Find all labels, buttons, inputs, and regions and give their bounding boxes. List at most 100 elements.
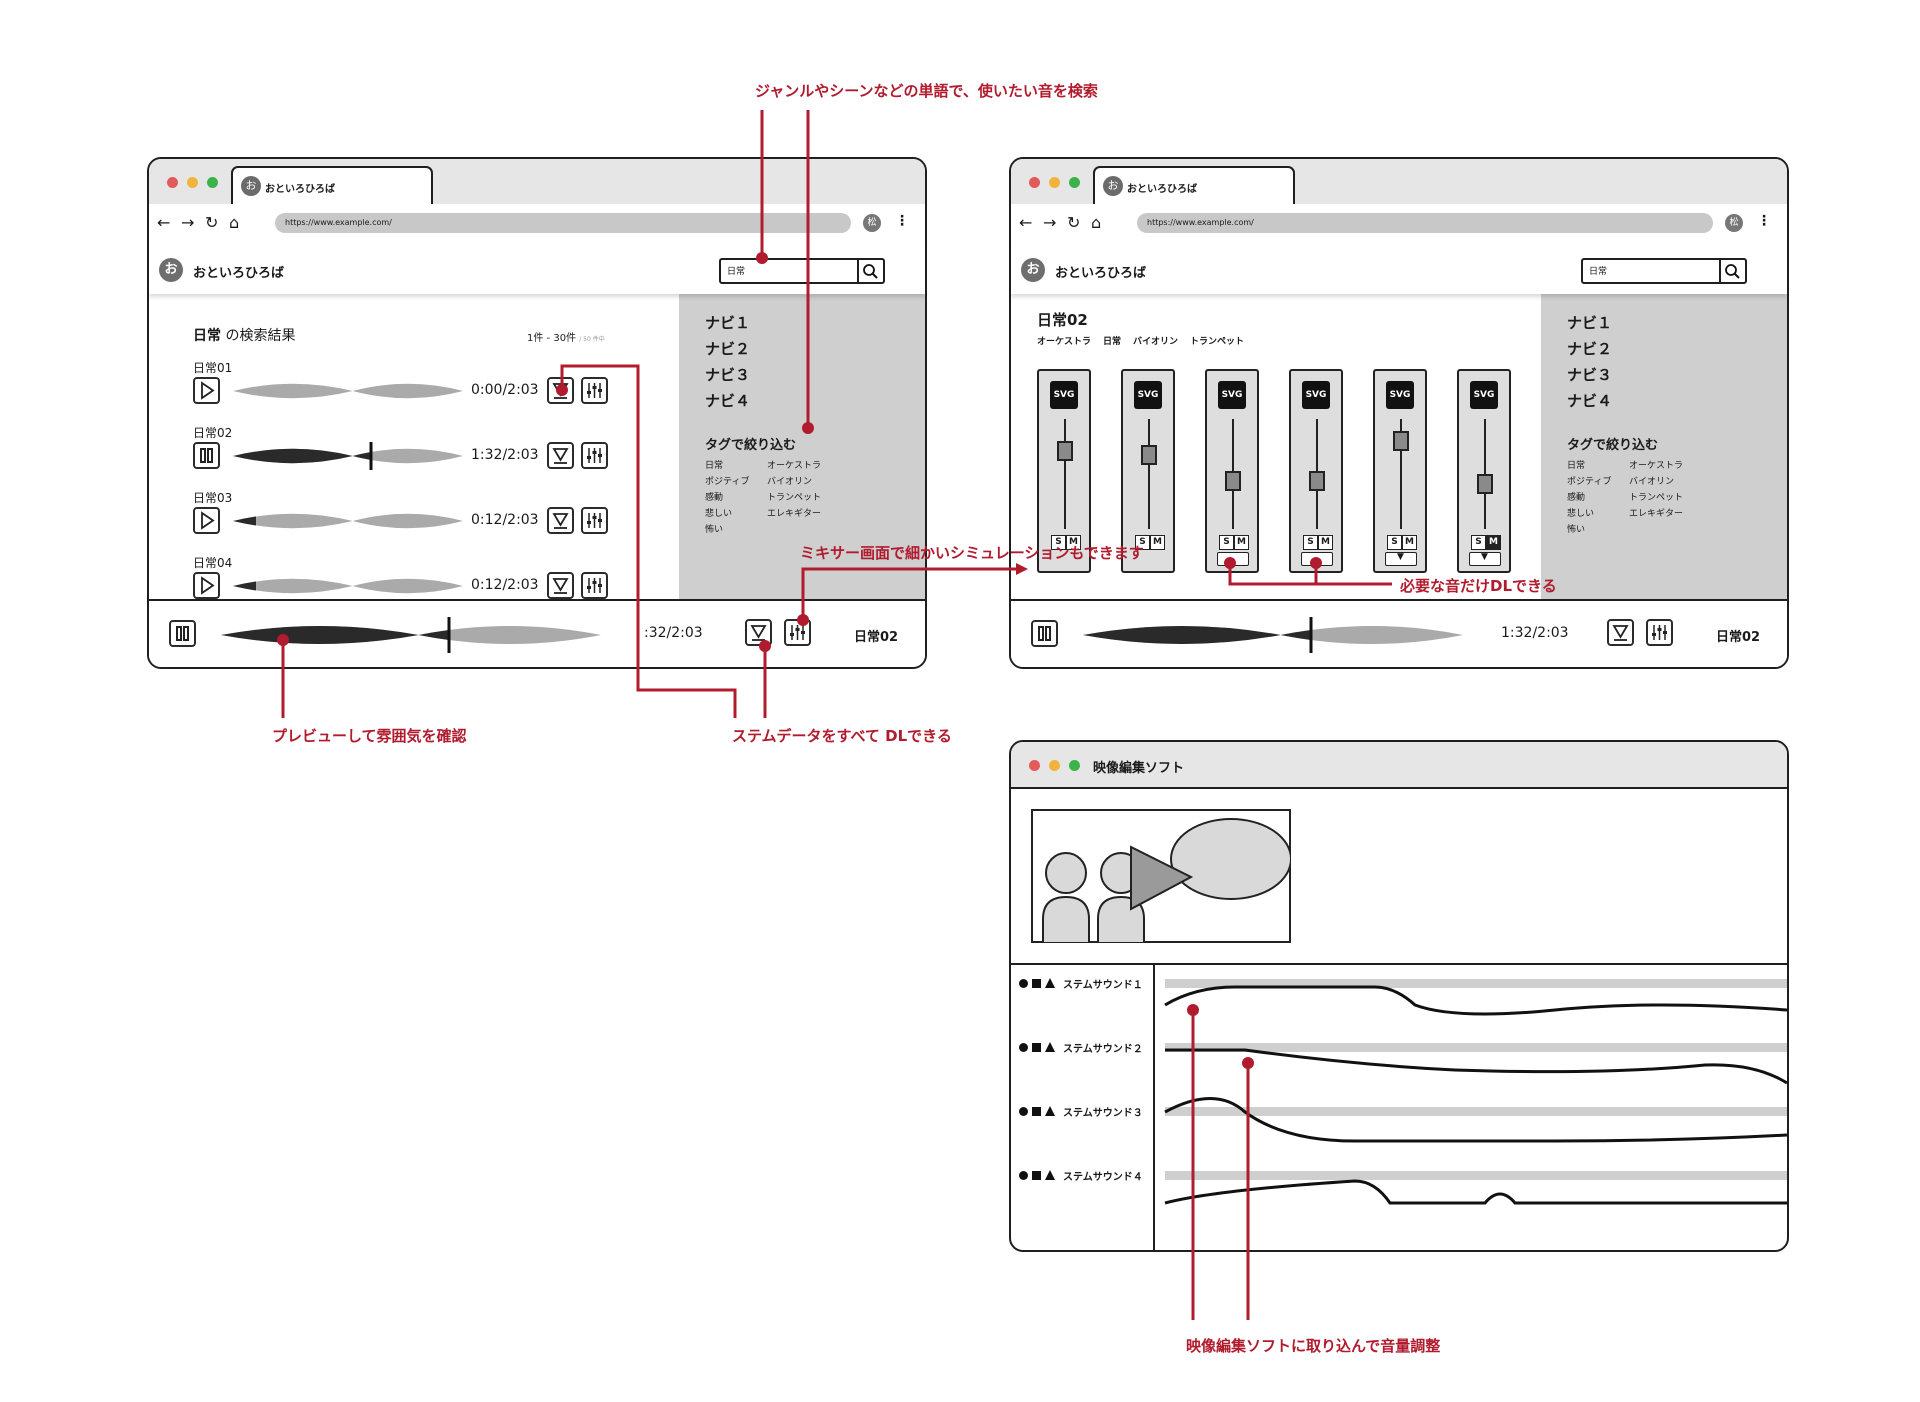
result-title[interactable]: 日常01 — [193, 359, 232, 376]
tag-filter-item[interactable]: 日常 — [1567, 458, 1585, 471]
record-circle-icon[interactable] — [1019, 1171, 1028, 1180]
fader-knob[interactable] — [1225, 471, 1241, 491]
pause-button[interactable] — [1031, 620, 1058, 647]
mixer-button[interactable] — [784, 619, 811, 646]
maximize-dot[interactable] — [1069, 177, 1080, 188]
player-waveform[interactable] — [221, 615, 601, 655]
sidebar-nav-item[interactable]: ナビ１ — [1567, 312, 1612, 333]
search-input[interactable]: 日常 — [1589, 264, 1607, 277]
mute-button[interactable]: M — [1402, 535, 1417, 550]
triangle-icon[interactable] — [1045, 1106, 1055, 1116]
sidebar-nav-item[interactable]: ナビ２ — [1567, 338, 1612, 359]
site-name[interactable]: おといろひろば — [1055, 262, 1146, 281]
search-input[interactable]: 日常 — [727, 264, 745, 277]
track-header[interactable]: ステムサウンド４ — [1019, 1167, 1149, 1187]
download-button[interactable] — [547, 377, 574, 404]
tag-filter-item[interactable]: 感動 — [1567, 490, 1585, 503]
solo-button[interactable]: S — [1387, 535, 1402, 550]
search-button[interactable] — [857, 260, 883, 282]
fader-knob[interactable] — [1141, 445, 1157, 465]
track-header[interactable]: ステムサウンド１ — [1019, 975, 1149, 995]
result-waveform[interactable] — [233, 440, 463, 472]
result-title[interactable]: 日常04 — [193, 554, 232, 571]
tag-filter-item[interactable]: トランペット — [767, 490, 821, 503]
url-bar[interactable]: https://www.example.com/ — [275, 213, 851, 233]
site-name[interactable]: おといろひろば — [193, 262, 284, 281]
mixer-tag[interactable]: 日常 — [1103, 337, 1121, 347]
tag-filter-item[interactable]: バイオリン — [767, 474, 812, 487]
sidebar-nav-item[interactable]: ナビ４ — [705, 390, 750, 411]
fader-knob[interactable] — [1309, 471, 1325, 491]
back-icon[interactable]: ← — [1019, 213, 1032, 232]
record-circle-icon[interactable] — [1019, 979, 1028, 988]
search-button[interactable] — [1719, 260, 1745, 282]
stop-square-icon[interactable] — [1032, 979, 1041, 988]
mixer-tag[interactable]: バイオリン — [1133, 337, 1178, 347]
mixer-tag[interactable]: トランペット — [1190, 337, 1244, 347]
home-icon[interactable]: ⌂ — [1091, 213, 1101, 232]
stem-download-button[interactable]: ▼ — [1385, 552, 1417, 566]
close-dot[interactable] — [1029, 177, 1040, 188]
mixer-button[interactable] — [1646, 619, 1673, 646]
mixer-button[interactable] — [581, 572, 608, 599]
forward-icon[interactable]: → — [181, 213, 194, 232]
forward-icon[interactable]: → — [1043, 213, 1056, 232]
download-button[interactable] — [547, 507, 574, 534]
tag-filter-item[interactable]: エレキギター — [1629, 506, 1683, 519]
close-dot[interactable] — [167, 177, 178, 188]
triangle-icon[interactable] — [1045, 1042, 1055, 1052]
tag-filter-item[interactable]: 悲しい — [705, 506, 732, 519]
track-header[interactable]: ステムサウンド２ — [1019, 1039, 1149, 1059]
tag-filter-item[interactable]: オーケストラ — [1629, 458, 1683, 471]
mute-button[interactable]: M — [1234, 535, 1249, 550]
site-logo[interactable]: お — [159, 258, 183, 282]
tag-filter-item[interactable]: ポジティブ — [1567, 474, 1611, 487]
reload-icon[interactable]: ↻ — [205, 213, 218, 232]
tag-filter-item[interactable]: エレキギター — [767, 506, 821, 519]
triangle-icon[interactable] — [1045, 978, 1055, 988]
mute-button[interactable]: M — [1486, 535, 1501, 550]
result-title[interactable]: 日常03 — [193, 489, 232, 506]
mute-button[interactable]: M — [1318, 535, 1333, 550]
sidebar-nav-item[interactable]: ナビ１ — [705, 312, 750, 333]
kebab-menu-icon[interactable]: ⋮ — [895, 213, 909, 229]
minimize-dot[interactable] — [1049, 177, 1060, 188]
back-icon[interactable]: ← — [157, 213, 170, 232]
fader-knob[interactable] — [1057, 441, 1073, 461]
download-all-button[interactable] — [745, 619, 772, 646]
solo-button[interactable]: S — [1219, 535, 1234, 550]
minimize-dot[interactable] — [1049, 760, 1060, 771]
tag-filter-item[interactable]: 悲しい — [1567, 506, 1594, 519]
tag-filter-item[interactable]: 怖い — [1567, 522, 1585, 535]
stop-square-icon[interactable] — [1032, 1043, 1041, 1052]
video-preview[interactable] — [1031, 809, 1291, 943]
reload-icon[interactable]: ↻ — [1067, 213, 1080, 232]
sidebar-nav-item[interactable]: ナビ３ — [1567, 364, 1612, 385]
sidebar-nav-item[interactable]: ナビ２ — [705, 338, 750, 359]
mute-button[interactable]: M — [1150, 535, 1165, 550]
download-button[interactable] — [547, 442, 574, 469]
search-box[interactable]: 日常 — [719, 258, 885, 284]
site-logo[interactable]: お — [1021, 258, 1045, 282]
minimize-dot[interactable] — [187, 177, 198, 188]
result-waveform[interactable] — [233, 505, 463, 537]
search-box[interactable]: 日常 — [1581, 258, 1747, 284]
maximize-dot[interactable] — [207, 177, 218, 188]
solo-button[interactable]: S — [1471, 535, 1486, 550]
browser-tab-2[interactable]: お おといろひろば — [1093, 166, 1295, 206]
solo-button[interactable]: S — [1303, 535, 1318, 550]
extension-icon[interactable]: 松 — [1725, 214, 1743, 232]
stem-download-button[interactable]: ▼ — [1469, 552, 1501, 566]
mixer-button[interactable] — [581, 507, 608, 534]
pause-button[interactable] — [169, 620, 196, 647]
play-button[interactable] — [193, 377, 220, 404]
stop-square-icon[interactable] — [1032, 1171, 1041, 1180]
mixer-button[interactable] — [581, 442, 608, 469]
tag-filter-item[interactable]: 日常 — [705, 458, 723, 471]
stem-download-button[interactable] — [1301, 552, 1333, 566]
record-circle-icon[interactable] — [1019, 1107, 1028, 1116]
tag-filter-item[interactable]: 怖い — [705, 522, 723, 535]
download-button[interactable] — [547, 572, 574, 599]
play-button[interactable] — [193, 507, 220, 534]
maximize-dot[interactable] — [1069, 760, 1080, 771]
